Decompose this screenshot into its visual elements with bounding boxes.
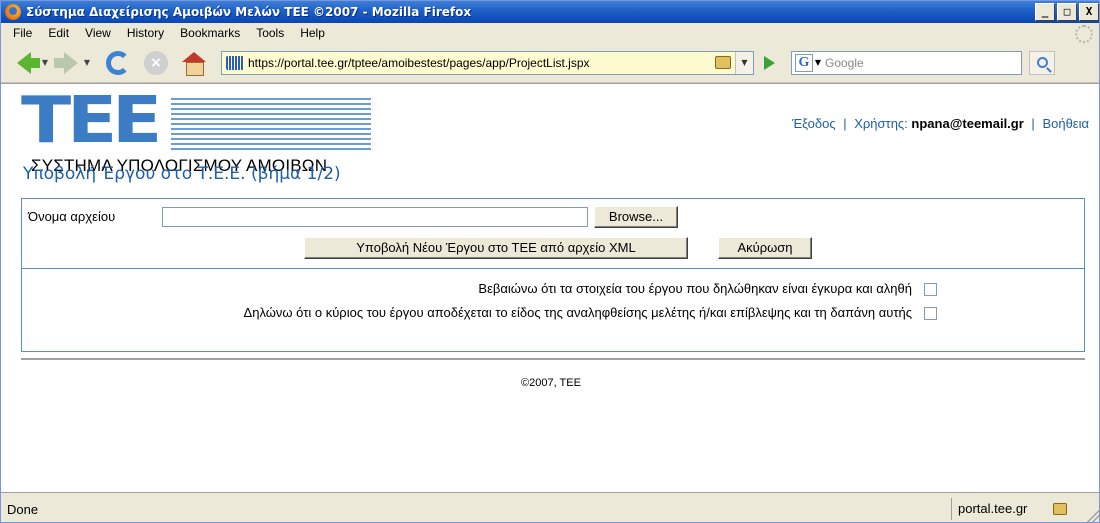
stop-icon: × xyxy=(144,50,168,75)
page-title: Υποβολή Έργου στο Τ.Ε.Ε. (βήμα 1/2) xyxy=(23,164,341,184)
help-link[interactable]: Βοήθεια xyxy=(1042,116,1089,131)
forward-arrow-icon xyxy=(54,51,78,74)
separator: | xyxy=(1031,116,1035,131)
google-engine-icon[interactable]: G xyxy=(795,53,813,72)
logout-link[interactable]: Έξοδος xyxy=(792,116,836,131)
logo-letter: E xyxy=(66,84,117,158)
back-button[interactable] xyxy=(9,48,40,78)
back-history-dropdown[interactable]: ▼ xyxy=(39,58,51,67)
cancel-button[interactable]: Ακύρωση xyxy=(718,237,812,259)
menu-view[interactable]: View xyxy=(77,26,119,40)
declaration-valid-data-checkbox[interactable] xyxy=(924,283,937,296)
resize-grip[interactable] xyxy=(1087,510,1099,522)
title-bar: Σύστημα Διαχείρισης Αμοιβών Μελών ΤΕΕ ©2… xyxy=(1,1,1099,23)
page-content: T E E ΣΥΣΤΗΜΑ ΥΠΟΛΟΓΙΣΜΟΥ ΑΜΟΙΒΩΝ Έξοδος… xyxy=(1,83,1099,492)
window-title: Σύστημα Διαχείρισης Αμοιβών Μελών ΤΕΕ ©2… xyxy=(26,5,472,19)
lock-icon[interactable] xyxy=(715,56,731,69)
url-dropdown[interactable]: ▼ xyxy=(735,51,753,74)
site-favicon-icon xyxy=(226,55,244,70)
menu-history[interactable]: History xyxy=(119,26,172,40)
logo-letter: E xyxy=(112,84,162,158)
menu-file[interactable]: File xyxy=(5,26,40,40)
logo-stripes xyxy=(171,98,371,150)
window-controls: _ □ X xyxy=(1035,3,1099,21)
status-lock-icon[interactable] xyxy=(1053,503,1067,515)
footer-copyright: ©2007, TEE xyxy=(521,377,581,389)
browser-window: Σύστημα Διαχείρισης Αμοιβών Μελών ΤΕΕ ©2… xyxy=(0,0,1100,523)
menu-help[interactable]: Help xyxy=(292,26,333,40)
home-icon xyxy=(182,51,206,76)
declaration-owner-accepts-label: Δηλώνω ότι ο κύριος του έργου αποδέχεται… xyxy=(243,305,912,320)
forward-history-dropdown[interactable]: ▼ xyxy=(81,58,93,67)
minimize-button[interactable]: _ xyxy=(1035,3,1055,21)
submit-xml-button[interactable]: Υποβολή Νέου Έργου στο ΤΕΕ από αρχείο XM… xyxy=(304,237,688,259)
declaration-owner-accepts-checkbox[interactable] xyxy=(924,307,937,320)
reload-button[interactable] xyxy=(103,48,133,78)
user-label: Χρήστης: xyxy=(854,116,908,131)
menu-edit[interactable]: Edit xyxy=(40,26,77,40)
user-links: Έξοδος | Χρήστης: npana@teemail.gr | Βοή… xyxy=(792,116,1089,131)
search-icon xyxy=(1036,57,1048,68)
go-icon[interactable] xyxy=(764,55,775,70)
separator: | xyxy=(843,116,847,131)
menu-bookmarks[interactable]: Bookmarks xyxy=(172,26,248,40)
file-upload-row: Όνομα αρχείου Browse... Υποβολή Νέου Έργ… xyxy=(22,199,1084,269)
url-bar[interactable]: https://portal.tee.gr/tptee/amoibestest/… xyxy=(221,50,754,75)
reload-icon xyxy=(106,50,130,75)
throbber-icon xyxy=(1075,25,1093,43)
upload-form: Όνομα αρχείου Browse... Υποβολή Νέου Έργ… xyxy=(21,198,1085,352)
file-name-input[interactable] xyxy=(162,207,588,227)
declaration-valid-data-label: Βεβαιώνω ότι τα στοιχεία του έργου που δ… xyxy=(478,281,912,296)
back-arrow-icon xyxy=(17,51,40,74)
firefox-icon xyxy=(5,4,21,20)
search-input[interactable]: Google xyxy=(823,56,1021,70)
menu-tools[interactable]: Tools xyxy=(248,26,292,40)
menu-bar: File Edit View History Bookmarks Tools H… xyxy=(1,23,1099,43)
navigation-toolbar: ▼ ▼ × https://portal.tee.gr/tptee/amoibe… xyxy=(1,43,1099,83)
maximize-button[interactable]: □ xyxy=(1057,3,1077,21)
logo-letter: T xyxy=(21,84,71,158)
close-button[interactable]: X xyxy=(1079,3,1099,21)
stop-button[interactable]: × xyxy=(141,48,171,78)
forward-button[interactable] xyxy=(51,48,81,78)
user-email: npana@teemail.gr xyxy=(911,116,1024,131)
search-engine-dropdown[interactable]: ▼ xyxy=(813,58,823,67)
file-name-label: Όνομα αρχείου xyxy=(28,209,116,224)
divider xyxy=(21,358,1085,360)
logo-letters: T E E xyxy=(21,84,163,158)
search-bar[interactable]: G ▼ Google xyxy=(791,50,1022,75)
status-bar: Done portal.tee.gr xyxy=(1,492,1099,522)
status-text: Done xyxy=(7,502,39,517)
home-button[interactable] xyxy=(179,48,209,78)
browse-button[interactable]: Browse... xyxy=(594,206,678,228)
url-text[interactable]: https://portal.tee.gr/tptee/amoibestest/… xyxy=(248,56,715,70)
search-button[interactable] xyxy=(1029,50,1055,75)
